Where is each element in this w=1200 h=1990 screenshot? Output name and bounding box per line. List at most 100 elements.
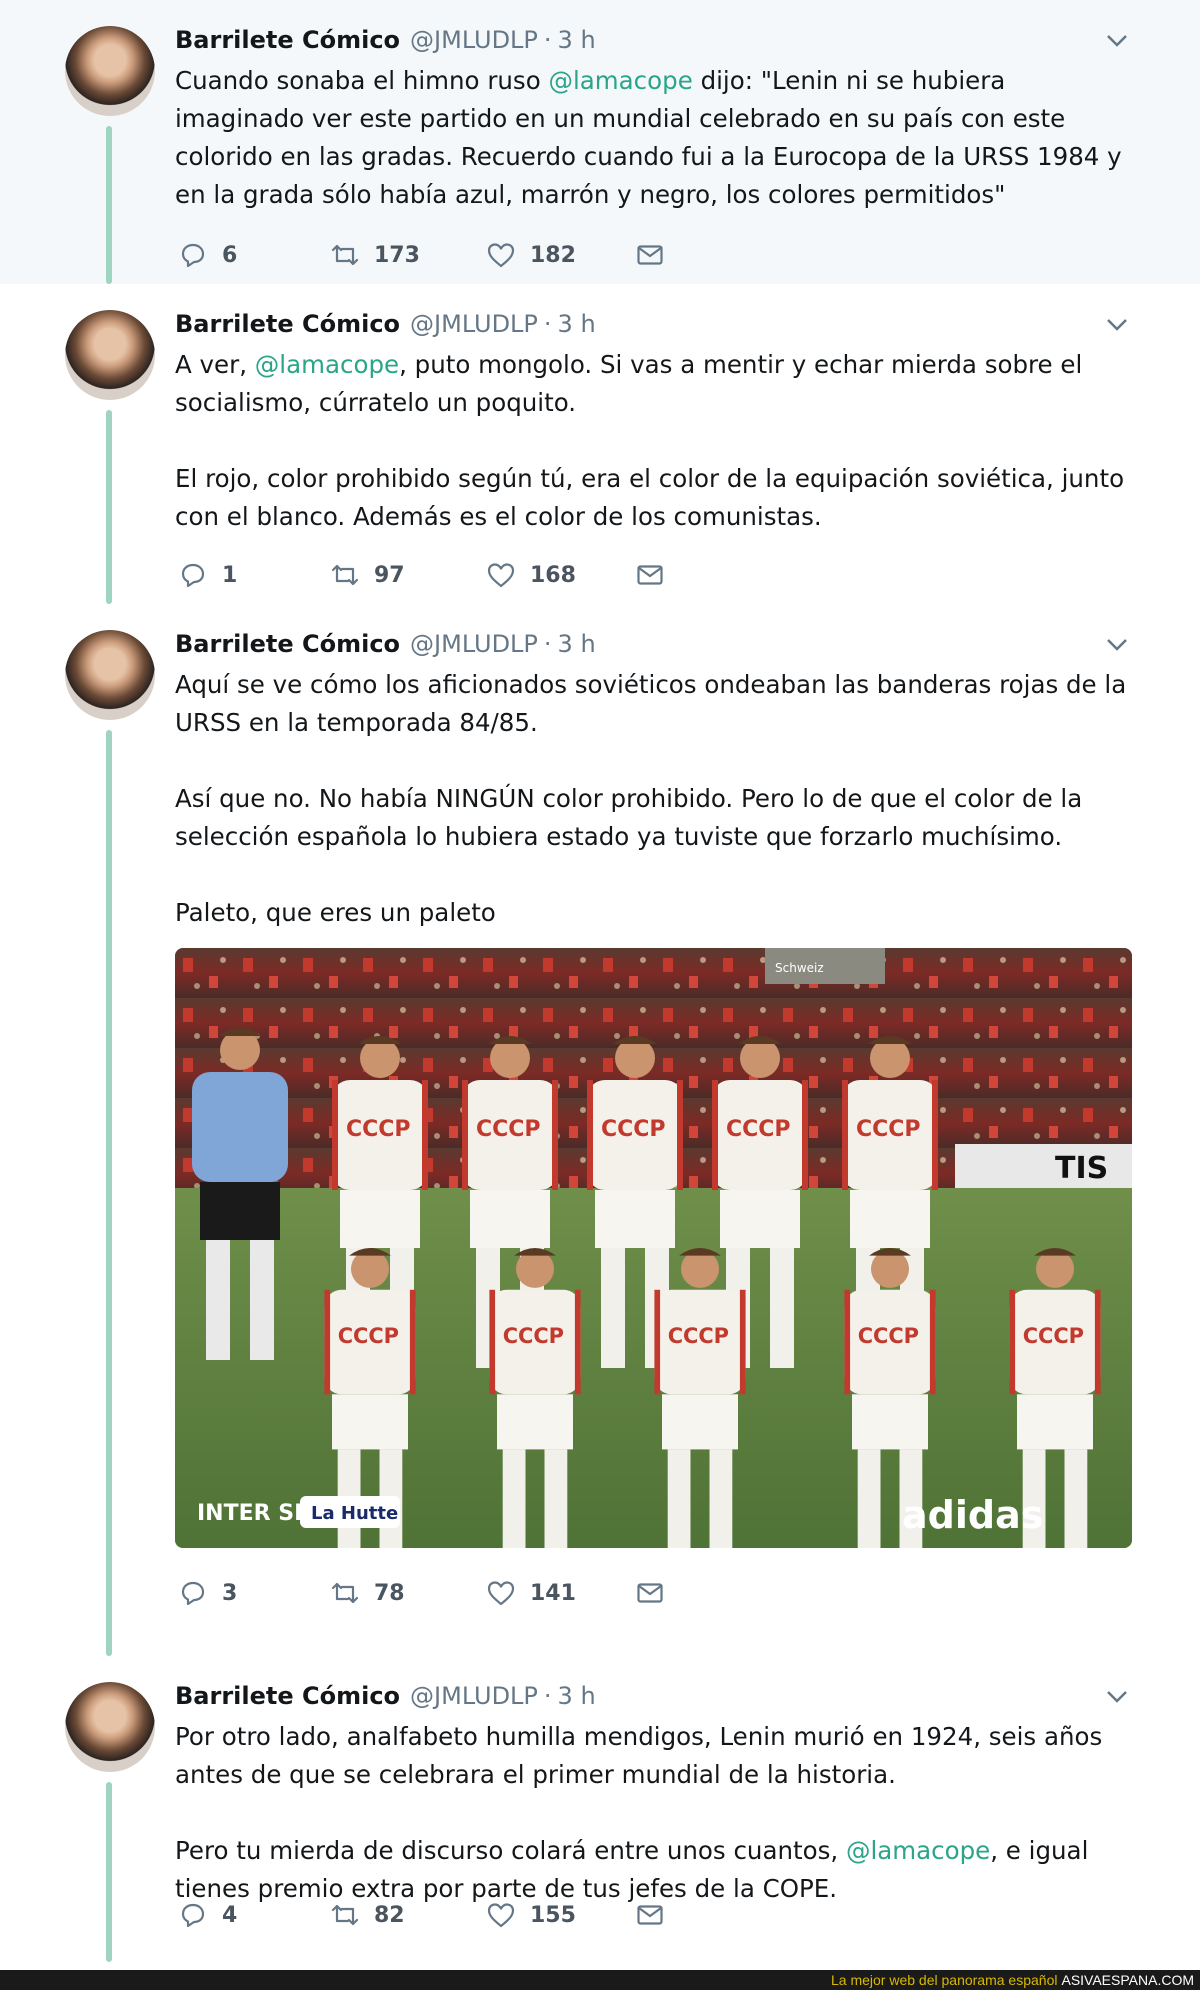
- reply-count: 1: [222, 562, 238, 588]
- shirt-lettering: CCCP: [338, 1324, 399, 1348]
- tweet-header: Barrilete Cómico @JMLUDLP · 3 h: [175, 630, 596, 662]
- author-name[interactable]: Barrilete Cómico: [175, 1682, 400, 1710]
- avatar[interactable]: [65, 1682, 155, 1772]
- caret-down-icon[interactable]: [1106, 34, 1128, 48]
- tweet-paragraph: El rojo, color prohibido según tú, era e…: [175, 464, 1125, 531]
- timestamp[interactable]: 3 h: [558, 310, 596, 338]
- like-button[interactable]: 168: [486, 560, 576, 590]
- separator: ·: [543, 26, 552, 54]
- reply-button[interactable]: 4: [178, 1900, 237, 1930]
- reply-count: 4: [222, 1902, 238, 1928]
- author-name[interactable]: Barrilete Cómico: [175, 310, 400, 338]
- mention-link[interactable]: @lamacope: [255, 350, 399, 379]
- caret-down-icon[interactable]: [1106, 1690, 1128, 1704]
- sponsor-logo-lahutte: La Hutte: [311, 1503, 398, 1524]
- reply-count: 6: [222, 242, 238, 268]
- shirt-lettering: CCCP: [726, 1117, 791, 1142]
- thread-line: [106, 126, 112, 284]
- thread-line: [106, 730, 112, 1656]
- team-photo[interactable]: Schweiz TIS 1CCCPCCCPCCCPCCCPCCCPCCCPCCC…: [175, 948, 1132, 1548]
- stadium-board-text: Schweiz: [775, 961, 824, 975]
- tweet-header: Barrilete Cómico @JMLUDLP · 3 h: [175, 310, 596, 342]
- tweet-paragraph: Cuando sonaba el himno ruso @lamacope di…: [175, 66, 1122, 209]
- avatar[interactable]: [65, 26, 155, 116]
- footer-site-link[interactable]: ASIVAESPANA.COM: [1061, 1972, 1194, 1988]
- direct-message-icon: [637, 565, 663, 585]
- reply-icon: [181, 563, 205, 588]
- reply-button[interactable]: 6: [178, 240, 237, 270]
- retweet-icon: [331, 564, 359, 586]
- author-handle[interactable]: @JMLUDLP: [410, 26, 538, 54]
- tweet-paragraph: A ver, @lamacope, puto mongolo. Si vas a…: [175, 350, 1083, 417]
- caret-down-icon[interactable]: [1106, 318, 1128, 332]
- shirt-lettering: CCCP: [476, 1117, 541, 1142]
- direct-message-icon: [637, 1583, 663, 1603]
- author-name[interactable]: Barrilete Cómico: [175, 630, 400, 658]
- caret-down-icon[interactable]: [1106, 638, 1128, 652]
- mention-link[interactable]: @lamacope: [548, 66, 692, 95]
- retweet-count: 173: [374, 242, 420, 268]
- retweet-count: 82: [374, 1902, 405, 1928]
- tweet-paragraph: Paleto, que eres un paleto: [175, 898, 496, 927]
- direct-message-button[interactable]: [635, 240, 665, 270]
- separator: ·: [543, 630, 552, 658]
- footer-tagline: La mejor web del panorama español: [831, 1972, 1058, 1988]
- like-count: 155: [530, 1902, 576, 1928]
- shirt-lettering: CCCP: [346, 1117, 411, 1142]
- direct-message-button[interactable]: [635, 1900, 665, 1930]
- tweet-text: Aquí se ve cómo los aficionados soviétic…: [175, 666, 1135, 932]
- like-icon: [487, 1581, 515, 1606]
- tweet-text: A ver, @lamacope, puto mongolo. Si vas a…: [175, 346, 1135, 536]
- retweet-button[interactable]: 82: [330, 1900, 405, 1930]
- like-icon: [487, 563, 515, 588]
- tweet-paragraph: Aquí se ve cómo los aficionados soviétic…: [175, 670, 1127, 737]
- timestamp[interactable]: 3 h: [558, 1682, 596, 1710]
- like-button[interactable]: 141: [486, 1578, 576, 1608]
- retweet-button[interactable]: 173: [330, 240, 420, 270]
- author-handle[interactable]: @JMLUDLP: [410, 630, 538, 658]
- avatar[interactable]: [65, 310, 155, 400]
- avatar[interactable]: [65, 630, 155, 720]
- tweet[interactable]: Barrilete Cómico @JMLUDLP · 3 h Por otro…: [0, 1656, 1200, 1970]
- author-handle[interactable]: @JMLUDLP: [410, 1682, 538, 1710]
- retweet-count: 97: [374, 562, 405, 588]
- tweet-paragraph: Pero tu mierda de discurso colará entre …: [175, 1836, 1089, 1903]
- sponsor-logo-adidas: adidas: [902, 1493, 1043, 1537]
- team-photo-image: Schweiz TIS 1CCCPCCCPCCCPCCCPCCCPCCCPCCC…: [175, 948, 1132, 1548]
- like-count: 182: [530, 242, 576, 268]
- tweet[interactable]: Barrilete Cómico @JMLUDLP · 3 h Aquí se …: [0, 604, 1200, 1656]
- thread-line: [106, 1782, 112, 1962]
- author-name[interactable]: Barrilete Cómico: [175, 26, 400, 54]
- retweet-button[interactable]: 78: [330, 1578, 405, 1608]
- reply-count: 3: [222, 1580, 238, 1606]
- like-button[interactable]: 182: [486, 240, 576, 270]
- timestamp[interactable]: 3 h: [558, 630, 596, 658]
- thread-line: [106, 410, 112, 604]
- author-handle[interactable]: @JMLUDLP: [410, 310, 538, 338]
- reply-button[interactable]: 3: [178, 1578, 237, 1608]
- retweet-button[interactable]: 97: [330, 560, 405, 590]
- like-button[interactable]: 155: [486, 1900, 576, 1930]
- retweet-icon: [331, 1582, 359, 1604]
- shirt-lettering: CCCP: [856, 1117, 921, 1142]
- direct-message-icon: [637, 245, 663, 265]
- tweet-header: Barrilete Cómico @JMLUDLP · 3 h: [175, 1682, 596, 1714]
- reply-button[interactable]: 1: [178, 560, 237, 590]
- tweet-text: Cuando sonaba el himno ruso @lamacope di…: [175, 62, 1135, 214]
- direct-message-button[interactable]: [635, 560, 665, 590]
- mention-link[interactable]: @lamacope: [846, 1836, 990, 1865]
- timestamp[interactable]: 3 h: [558, 26, 596, 54]
- tweet-paragraph: Por otro lado, analfabeto humilla mendig…: [175, 1722, 1103, 1789]
- advertising-board-text: TIS: [1055, 1151, 1108, 1186]
- retweet-icon: [331, 244, 359, 266]
- tweet[interactable]: Barrilete Cómico @JMLUDLP · 3 h Cuando s…: [0, 0, 1200, 284]
- tweet-text: Por otro lado, analfabeto humilla mendig…: [175, 1718, 1135, 1908]
- retweet-count: 78: [374, 1580, 405, 1606]
- shirt-lettering: CCCP: [601, 1117, 666, 1142]
- like-icon: [487, 1903, 515, 1928]
- separator: ·: [543, 310, 552, 338]
- direct-message-button[interactable]: [635, 1578, 665, 1608]
- tweet[interactable]: Barrilete Cómico @JMLUDLP · 3 h A ver, @…: [0, 284, 1200, 604]
- retweet-icon: [331, 1904, 359, 1926]
- tweet-header: Barrilete Cómico @JMLUDLP · 3 h: [175, 26, 596, 58]
